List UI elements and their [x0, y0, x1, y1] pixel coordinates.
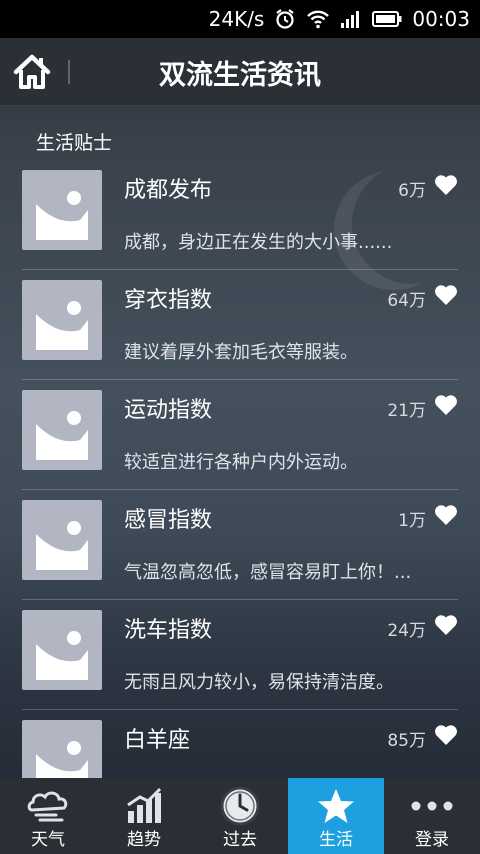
battery-icon: [372, 10, 402, 28]
tab-label: 生活: [319, 830, 353, 850]
heart-icon[interactable]: [434, 504, 458, 526]
cloud-icon: [26, 786, 70, 826]
like-count: 64万: [387, 291, 426, 311]
item-title: 穿衣指数: [124, 288, 213, 313]
tab-label: 趋势: [127, 830, 161, 850]
clock-time: 00:03: [412, 7, 470, 31]
item-title: 运动指数: [124, 398, 213, 423]
network-speed: 24K/s: [208, 7, 265, 31]
list-item[interactable]: 成都发布 6万 成都，身边正在发生的大小事......: [0, 160, 480, 270]
list-item[interactable]: 感冒指数 1万 气温忽高忽低，感冒容易盯上你！...: [0, 490, 480, 600]
tab-label: 过去: [223, 830, 257, 850]
tab-login[interactable]: 登录: [384, 778, 480, 854]
home-icon: [13, 54, 51, 89]
tab-past[interactable]: 过去: [192, 778, 288, 854]
clock-icon: [218, 786, 262, 826]
item-description: 建议着厚外套加毛衣等服装。: [124, 342, 358, 363]
star-icon: [314, 786, 358, 826]
more-dots-icon: [410, 786, 454, 826]
list-item[interactable]: 运动指数 21万 较适宜进行各种户内外运动。: [0, 380, 480, 490]
like-count: 24万: [387, 621, 426, 641]
heart-icon[interactable]: [434, 724, 458, 746]
heart-icon[interactable]: [434, 284, 458, 306]
status-bar: 24K/s 00:03: [0, 0, 480, 38]
like-count: 6万: [398, 181, 426, 201]
item-description: 气温忽高忽低，感冒容易盯上你！...: [124, 562, 412, 583]
tab-label: 登录: [415, 830, 449, 850]
trend-chart-icon: [122, 786, 166, 826]
tab-label: 天气: [31, 830, 65, 850]
tab-trend[interactable]: 趋势: [96, 778, 192, 854]
section-label: 生活贴士: [36, 132, 113, 154]
tab-weather[interactable]: 天气: [0, 778, 96, 854]
image-placeholder-icon: [22, 280, 102, 360]
image-placeholder-icon: [22, 610, 102, 690]
item-title: 成都发布: [124, 178, 213, 203]
image-placeholder-icon: [22, 170, 102, 250]
image-placeholder-icon: [22, 500, 102, 580]
tab-life[interactable]: 生活: [288, 778, 384, 854]
image-placeholder-icon: [22, 390, 102, 470]
home-button[interactable]: [12, 52, 52, 92]
heart-icon[interactable]: [434, 394, 458, 416]
item-description: 成都，身边正在发生的大小事......: [124, 232, 393, 253]
like-count: 1万: [398, 511, 426, 531]
like-count: 21万: [387, 401, 426, 421]
bottom-nav: 天气 趋势 过去 生活 登录: [0, 778, 480, 854]
heart-icon[interactable]: [434, 174, 458, 196]
page-title: 双流生活资讯: [159, 59, 321, 91]
signal-icon: [340, 9, 362, 29]
life-tips-list: 成都发布 6万 成都，身边正在发生的大小事...... 穿衣指数 64万 建议着…: [0, 160, 480, 778]
item-title: 白羊座: [124, 728, 191, 753]
like-count: 85万: [387, 731, 426, 751]
image-placeholder-icon: [22, 720, 102, 778]
item-description: 无雨且风力较小，易保持清洁度。: [124, 672, 394, 693]
heart-icon[interactable]: [434, 614, 458, 636]
item-title: 洗车指数: [124, 618, 213, 643]
app-header: 双流生活资讯: [0, 38, 480, 106]
wifi-icon: [306, 9, 330, 29]
alarm-icon: [274, 8, 296, 30]
list-item[interactable]: 穿衣指数 64万 建议着厚外套加毛衣等服装。: [0, 270, 480, 380]
list-item[interactable]: 洗车指数 24万 无雨且风力较小，易保持清洁度。: [0, 600, 480, 710]
item-description: 较适宜进行各种户内外运动。: [124, 452, 358, 473]
list-item[interactable]: 白羊座 85万: [0, 710, 480, 778]
item-title: 感冒指数: [124, 508, 213, 533]
header-divider: [68, 60, 70, 84]
